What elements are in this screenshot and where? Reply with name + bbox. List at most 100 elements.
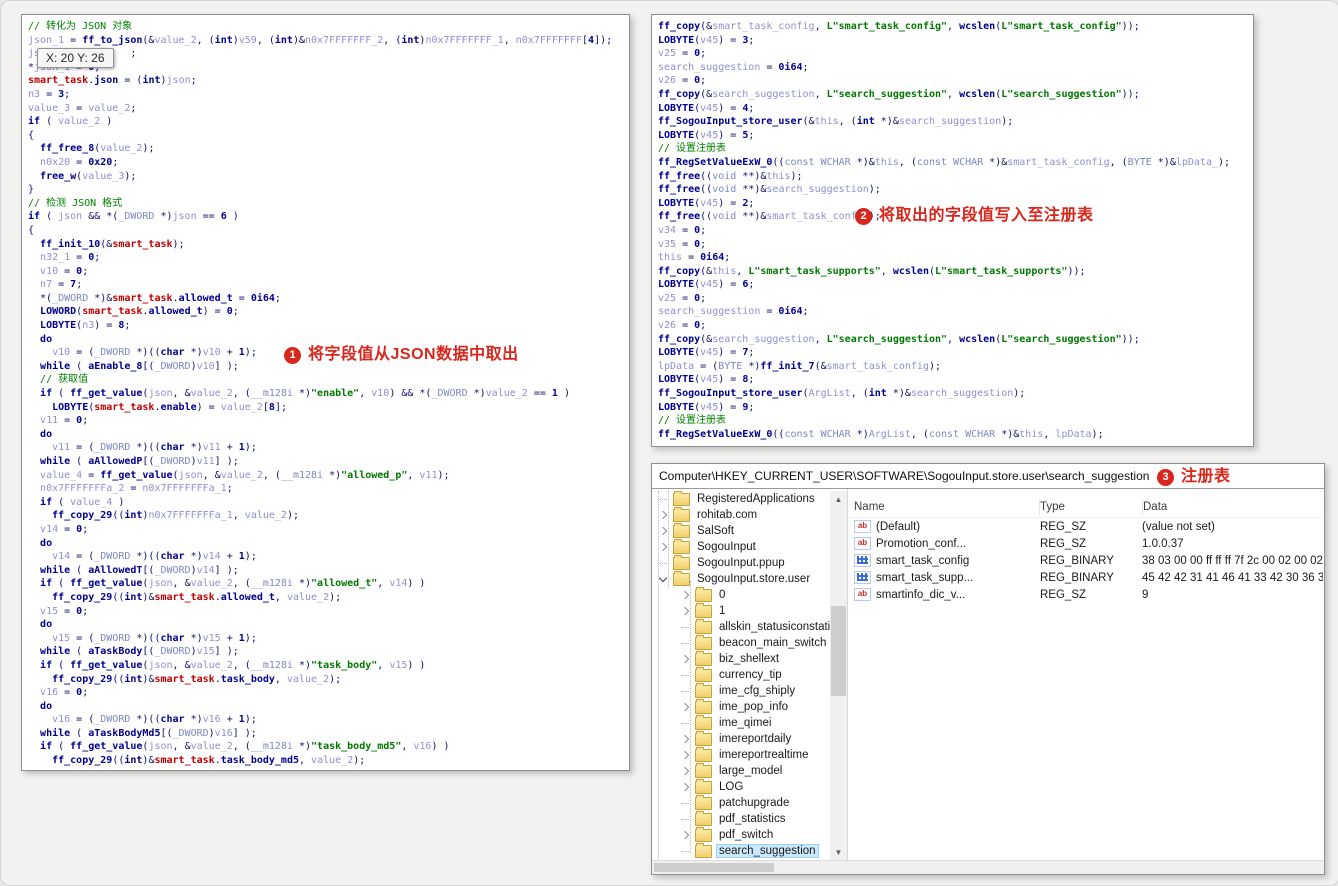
- code-line: n0x7FFFFFFFa_2 = n0x7FFFFFFFa_1;: [40, 483, 233, 495]
- expand-icon[interactable]: [658, 526, 668, 536]
- code-line: n32_1 = 0;: [40, 252, 101, 264]
- registry-key-imereportrealtime[interactable]: imereportrealtime: [652, 746, 830, 763]
- registry-key-label: pdf_switch: [719, 829, 774, 841]
- column-header-name[interactable]: Name: [848, 499, 1040, 515]
- column-header-data[interactable]: Data: [1143, 501, 1323, 513]
- registry-key-RegisteredApplications[interactable]: RegisteredApplications: [652, 491, 830, 507]
- registry-key-pdf_switch[interactable]: pdf_switch: [652, 826, 830, 843]
- code-line: v26 = 0;: [658, 320, 707, 332]
- registry-address-text: Computer\HKEY_CURRENT_USER\SOFTWARE\Sogo…: [659, 469, 1150, 483]
- registry-key-patchupgrade[interactable]: patchupgrade: [652, 794, 830, 811]
- binary-value-icon: [854, 554, 871, 567]
- code-line: ff_free((void **)&search_suggestion);: [658, 184, 881, 196]
- code-line: while ( aTaskBody[(_DWORD)v15] );: [40, 646, 239, 658]
- collapse-icon[interactable]: [658, 573, 668, 584]
- registry-key-large_model[interactable]: large_model: [652, 762, 830, 779]
- expand-icon[interactable]: [680, 702, 690, 712]
- code-line: if ( ff_get_value(json, &value_2, (__m12…: [40, 659, 426, 671]
- registry-key-SogouInput[interactable]: SogouInput: [652, 538, 830, 555]
- registry-key-label: SogouInput.store.user: [697, 573, 811, 585]
- registry-key-label: allskin_statusiconstatis: [719, 621, 830, 633]
- registry-key-imereportdaily[interactable]: imereportdaily: [652, 730, 830, 747]
- scrollbar-up-arrow[interactable]: ▲: [830, 491, 847, 508]
- expand-icon[interactable]: [680, 734, 690, 744]
- value-type: REG_BINARY: [1040, 571, 1114, 584]
- registry-key-search_suggestion[interactable]: search_suggestion: [652, 842, 830, 859]
- code-line: ff_copy_29((int)&smart_task.task_body, v…: [52, 673, 342, 685]
- registry-key-LOG[interactable]: LOG: [652, 778, 830, 795]
- code-line: // 设置注册表: [658, 143, 727, 155]
- code-line: do: [40, 428, 53, 440]
- registry-key-SogouInput.store.user[interactable]: SogouInput.store.user: [652, 570, 830, 587]
- folder-icon: [695, 778, 712, 794]
- expand-icon[interactable]: [658, 510, 668, 520]
- expand-icon[interactable]: [680, 766, 690, 776]
- scrollbar-thumb[interactable]: [831, 606, 846, 696]
- code-line: v25 = 0;: [658, 292, 707, 304]
- registry-key-label: ime_cfg_shiply: [719, 685, 796, 697]
- expand-icon[interactable]: [680, 782, 690, 792]
- folder-icon: [695, 794, 712, 810]
- tree-dash: [680, 798, 690, 808]
- registry-key-SogouInput.ppup[interactable]: SogouInput.ppup: [652, 554, 830, 571]
- expand-icon[interactable]: [680, 590, 690, 600]
- code-line: LOWORD(smart_task.allowed_t) = 0;: [40, 306, 239, 318]
- registry-key-ime_cfg_shiply[interactable]: ime_cfg_shiply: [652, 682, 830, 699]
- registry-body: RegisteredApplications rohitab.com SalSoft…: [652, 489, 1324, 861]
- registry-key-biz_shellext[interactable]: biz_shellext: [652, 650, 830, 667]
- registry-key-SalSoft[interactable]: SalSoft: [652, 522, 830, 539]
- registry-key-1[interactable]: 1: [652, 602, 830, 619]
- expand-icon[interactable]: [680, 606, 690, 616]
- values-header: Name Type Data: [848, 497, 1323, 518]
- horizontal-scrollbar-thumb[interactable]: [654, 863, 774, 872]
- value-name: smart_task_supp...: [876, 571, 974, 584]
- expand-icon[interactable]: [680, 654, 690, 664]
- code-line: v16 = 0;: [40, 687, 89, 699]
- registry-key-pdf_statistics[interactable]: pdf_statistics: [652, 810, 830, 827]
- value-type: REG_SZ: [1040, 537, 1087, 550]
- code-line: while ( aTaskBodyMd5[(_DWORD)v16] );: [40, 727, 257, 739]
- registry-key-ime_pop_info[interactable]: ime_pop_info: [652, 698, 830, 715]
- decompiler-panel-right: ff_copy(&smart_task_config, L"smart_task…: [651, 14, 1254, 447]
- registry-key-ime_qimei[interactable]: ime_qimei: [652, 714, 830, 731]
- code-line: ff_copy_29((int)n0x7FFFFFFFa_1, value_2)…: [52, 510, 299, 522]
- folder-icon: [695, 698, 712, 714]
- folder-icon: [695, 666, 712, 682]
- code-line: do: [40, 537, 53, 549]
- expand-icon[interactable]: [658, 542, 668, 552]
- registry-key-allskin_statusiconstatis[interactable]: allskin_statusiconstatis: [652, 618, 830, 635]
- code-line: LOBYTE(v45) = 5;: [658, 129, 755, 141]
- registry-value-row[interactable]: smart_task_config REG_BINARY 38 03 00 00 f…: [848, 552, 1323, 569]
- tree-scrollbar[interactable]: ▲ ▼: [830, 491, 847, 861]
- registry-value-row[interactable]: ab smartinfo_dic_v... REG_SZ 9: [848, 586, 1323, 603]
- horizontal-scrollbar[interactable]: [652, 860, 1324, 874]
- registry-key-label: ime_pop_info: [719, 701, 789, 713]
- registry-key-label: SalSoft: [697, 525, 735, 537]
- registry-value-row[interactable]: ab Promotion_conf... REG_SZ 1.0.0.37: [848, 535, 1323, 552]
- code-line: do: [40, 700, 53, 712]
- expand-icon[interactable]: [680, 830, 690, 840]
- tree-dash: [680, 686, 690, 696]
- registry-key-label: 0: [719, 589, 726, 601]
- registry-value-row[interactable]: smart_task_supp... REG_BINARY 45 42 42 31 …: [848, 569, 1323, 586]
- scrollbar-down-arrow[interactable]: ▼: [830, 844, 847, 861]
- registry-address-bar[interactable]: Computer\HKEY_CURRENT_USER\SOFTWARE\Sogo…: [652, 464, 1324, 489]
- registry-key-rohitab.com[interactable]: rohitab.com: [652, 506, 830, 523]
- column-header-type[interactable]: Type: [1040, 499, 1143, 515]
- folder-icon: [695, 762, 712, 778]
- registry-key-currency_tip[interactable]: currency_tip: [652, 666, 830, 683]
- code-line: if ( ff_get_value(json, &value_2, (__m12…: [40, 741, 450, 753]
- registry-value-row[interactable]: ab (Default) REG_SZ (value not set): [848, 518, 1323, 535]
- code-line: v35 = 0;: [658, 238, 707, 250]
- code-line: LOBYTE(v45) = 9;: [658, 401, 755, 413]
- registry-key-0[interactable]: 0: [652, 586, 830, 603]
- code-line: ff_copy_29((int)&smart_task.task_body_md…: [52, 755, 366, 767]
- registry-key-beacon_main_switch[interactable]: beacon_main_switch: [652, 634, 830, 651]
- pseudocode-left: // 转化为 JSON 对象 json_1 = ff_to_json(&value…: [22, 15, 629, 770]
- registry-key-label: pdf_statistics: [719, 813, 786, 825]
- code-line: this = 0i64;: [658, 252, 731, 264]
- code-line: search_suggestion = 0i64;: [658, 61, 809, 73]
- tree-dash: [658, 558, 668, 568]
- code-line: while ( aAllowedT[(_DWORD)v14] );: [40, 564, 239, 576]
- expand-icon[interactable]: [680, 750, 690, 760]
